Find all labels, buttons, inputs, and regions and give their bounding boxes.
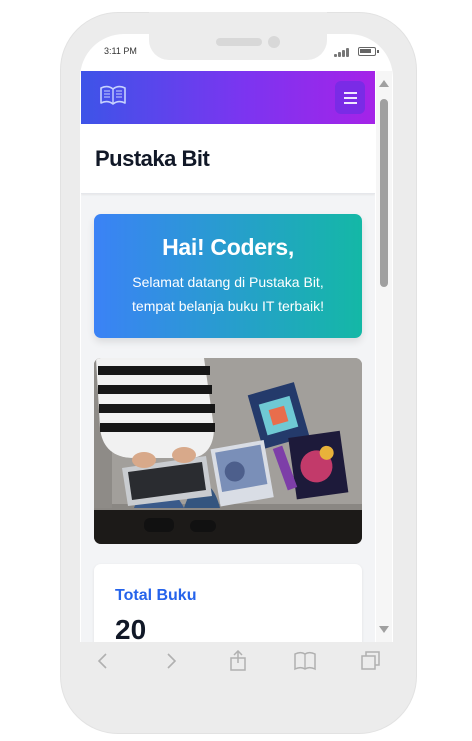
- vertical-scrollbar[interactable]: [376, 71, 392, 643]
- browser-toolbar: [80, 642, 393, 710]
- hamburger-icon[interactable]: [335, 81, 365, 114]
- open-book-icon[interactable]: [99, 83, 127, 107]
- scroll-up-arrow-icon[interactable]: [379, 80, 389, 87]
- scroll-down-arrow-icon[interactable]: [379, 626, 389, 633]
- stat-value: 20: [115, 614, 147, 643]
- forward-icon[interactable]: [160, 650, 182, 672]
- tabs-icon[interactable]: [360, 650, 382, 672]
- banner-subtitle-line2: tempat belanja buku IT terbaik!: [132, 298, 324, 314]
- page-header: Pustaka Bit: [81, 124, 375, 194]
- laptop-books-photo: [94, 358, 362, 544]
- battery-icon: [358, 47, 379, 56]
- signal-icon: [334, 47, 352, 57]
- stat-label: Total Buku: [115, 587, 197, 604]
- back-icon[interactable]: [92, 650, 114, 672]
- banner-title: Hai! Coders,: [162, 234, 294, 260]
- hero-photo: [94, 358, 362, 544]
- welcome-banner: Hai! Coders, Selamat datang di Pustaka B…: [94, 214, 362, 338]
- app-viewport: Pustaka Bit Hai! Coders, Selamat datang …: [81, 71, 375, 643]
- banner-subtitle: Selamat datang di Pustaka Bit, tempat be…: [94, 270, 362, 318]
- phone-notch: [149, 12, 327, 60]
- share-icon[interactable]: [227, 650, 249, 672]
- banner-subtitle-line1: Selamat datang di Pustaka Bit,: [132, 274, 324, 290]
- scroll-thumb[interactable]: [380, 99, 388, 287]
- page-title: Pustaka Bit: [95, 146, 210, 171]
- speaker-grille: [216, 38, 262, 46]
- total-books-card: Total Buku 20: [94, 564, 362, 643]
- bookmarks-icon[interactable]: [294, 650, 316, 672]
- navbar: [81, 71, 375, 124]
- camera-icon: [268, 36, 280, 48]
- status-time: 3:11 PM: [104, 46, 137, 56]
